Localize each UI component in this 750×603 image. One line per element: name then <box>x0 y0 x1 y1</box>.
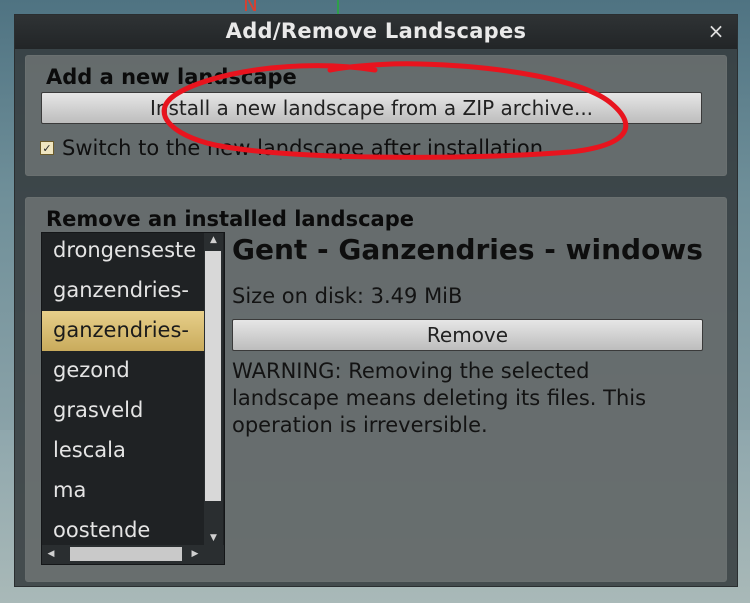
install-zip-button[interactable]: Install a new landscape from a ZIP archi… <box>41 92 702 124</box>
scroll-left-icon[interactable]: ◀ <box>44 545 58 564</box>
selected-landscape-name: Gent - Ganzendries - windows <box>232 233 703 266</box>
dialog-title: Add/Remove Landscapes <box>225 19 527 43</box>
scroll-down-icon[interactable]: ▼ <box>204 531 223 545</box>
add-remove-landscapes-dialog: Add/Remove Landscapes × Add a new landsc… <box>14 14 738 587</box>
landscape-list[interactable]: drongenseste ganzendries- ganzendries- g… <box>41 232 225 565</box>
list-item-selected[interactable]: ganzendries- <box>42 311 204 351</box>
remove-section-title: Remove an installed landscape <box>46 207 414 231</box>
list-horizontal-scrollbar[interactable]: ◀ ▶ <box>42 545 224 564</box>
remove-button[interactable]: Remove <box>232 319 703 351</box>
close-icon[interactable]: × <box>705 19 727 43</box>
list-item[interactable]: ma <box>42 471 204 511</box>
dialog-titlebar[interactable]: Add/Remove Landscapes × <box>15 15 737 49</box>
size-on-disk: Size on disk: 3.49 MiB <box>232 284 463 308</box>
add-section-title: Add a new landscape <box>46 65 297 89</box>
horizontal-scroll-thumb[interactable] <box>70 547 182 561</box>
scroll-up-icon[interactable]: ▲ <box>204 233 223 247</box>
scroll-right-icon[interactable]: ▶ <box>188 545 202 564</box>
list-item[interactable]: grasveld <box>42 391 204 431</box>
list-item[interactable]: ganzendries- <box>42 271 204 311</box>
list-item[interactable]: gezond <box>42 351 204 391</box>
switch-after-install-checkbox[interactable]: ✓ <box>40 141 54 155</box>
list-vertical-scrollbar[interactable]: ▲ ▼ <box>204 233 223 545</box>
list-item[interactable]: lescala <box>42 431 204 471</box>
switch-after-install-row[interactable]: ✓ Switch to the new landscape after inst… <box>40 134 543 162</box>
remove-landscape-panel: Remove an installed landscape drongenses… <box>25 197 727 582</box>
list-item[interactable]: drongenseste <box>42 233 204 271</box>
vertical-scroll-thumb[interactable] <box>205 251 221 501</box>
add-landscape-panel: Add a new landscape Install a new landsc… <box>25 55 727 176</box>
switch-after-install-label[interactable]: Switch to the new landscape after instal… <box>62 136 543 160</box>
removal-warning: WARNING: Removing the selected landscape… <box>232 359 647 437</box>
